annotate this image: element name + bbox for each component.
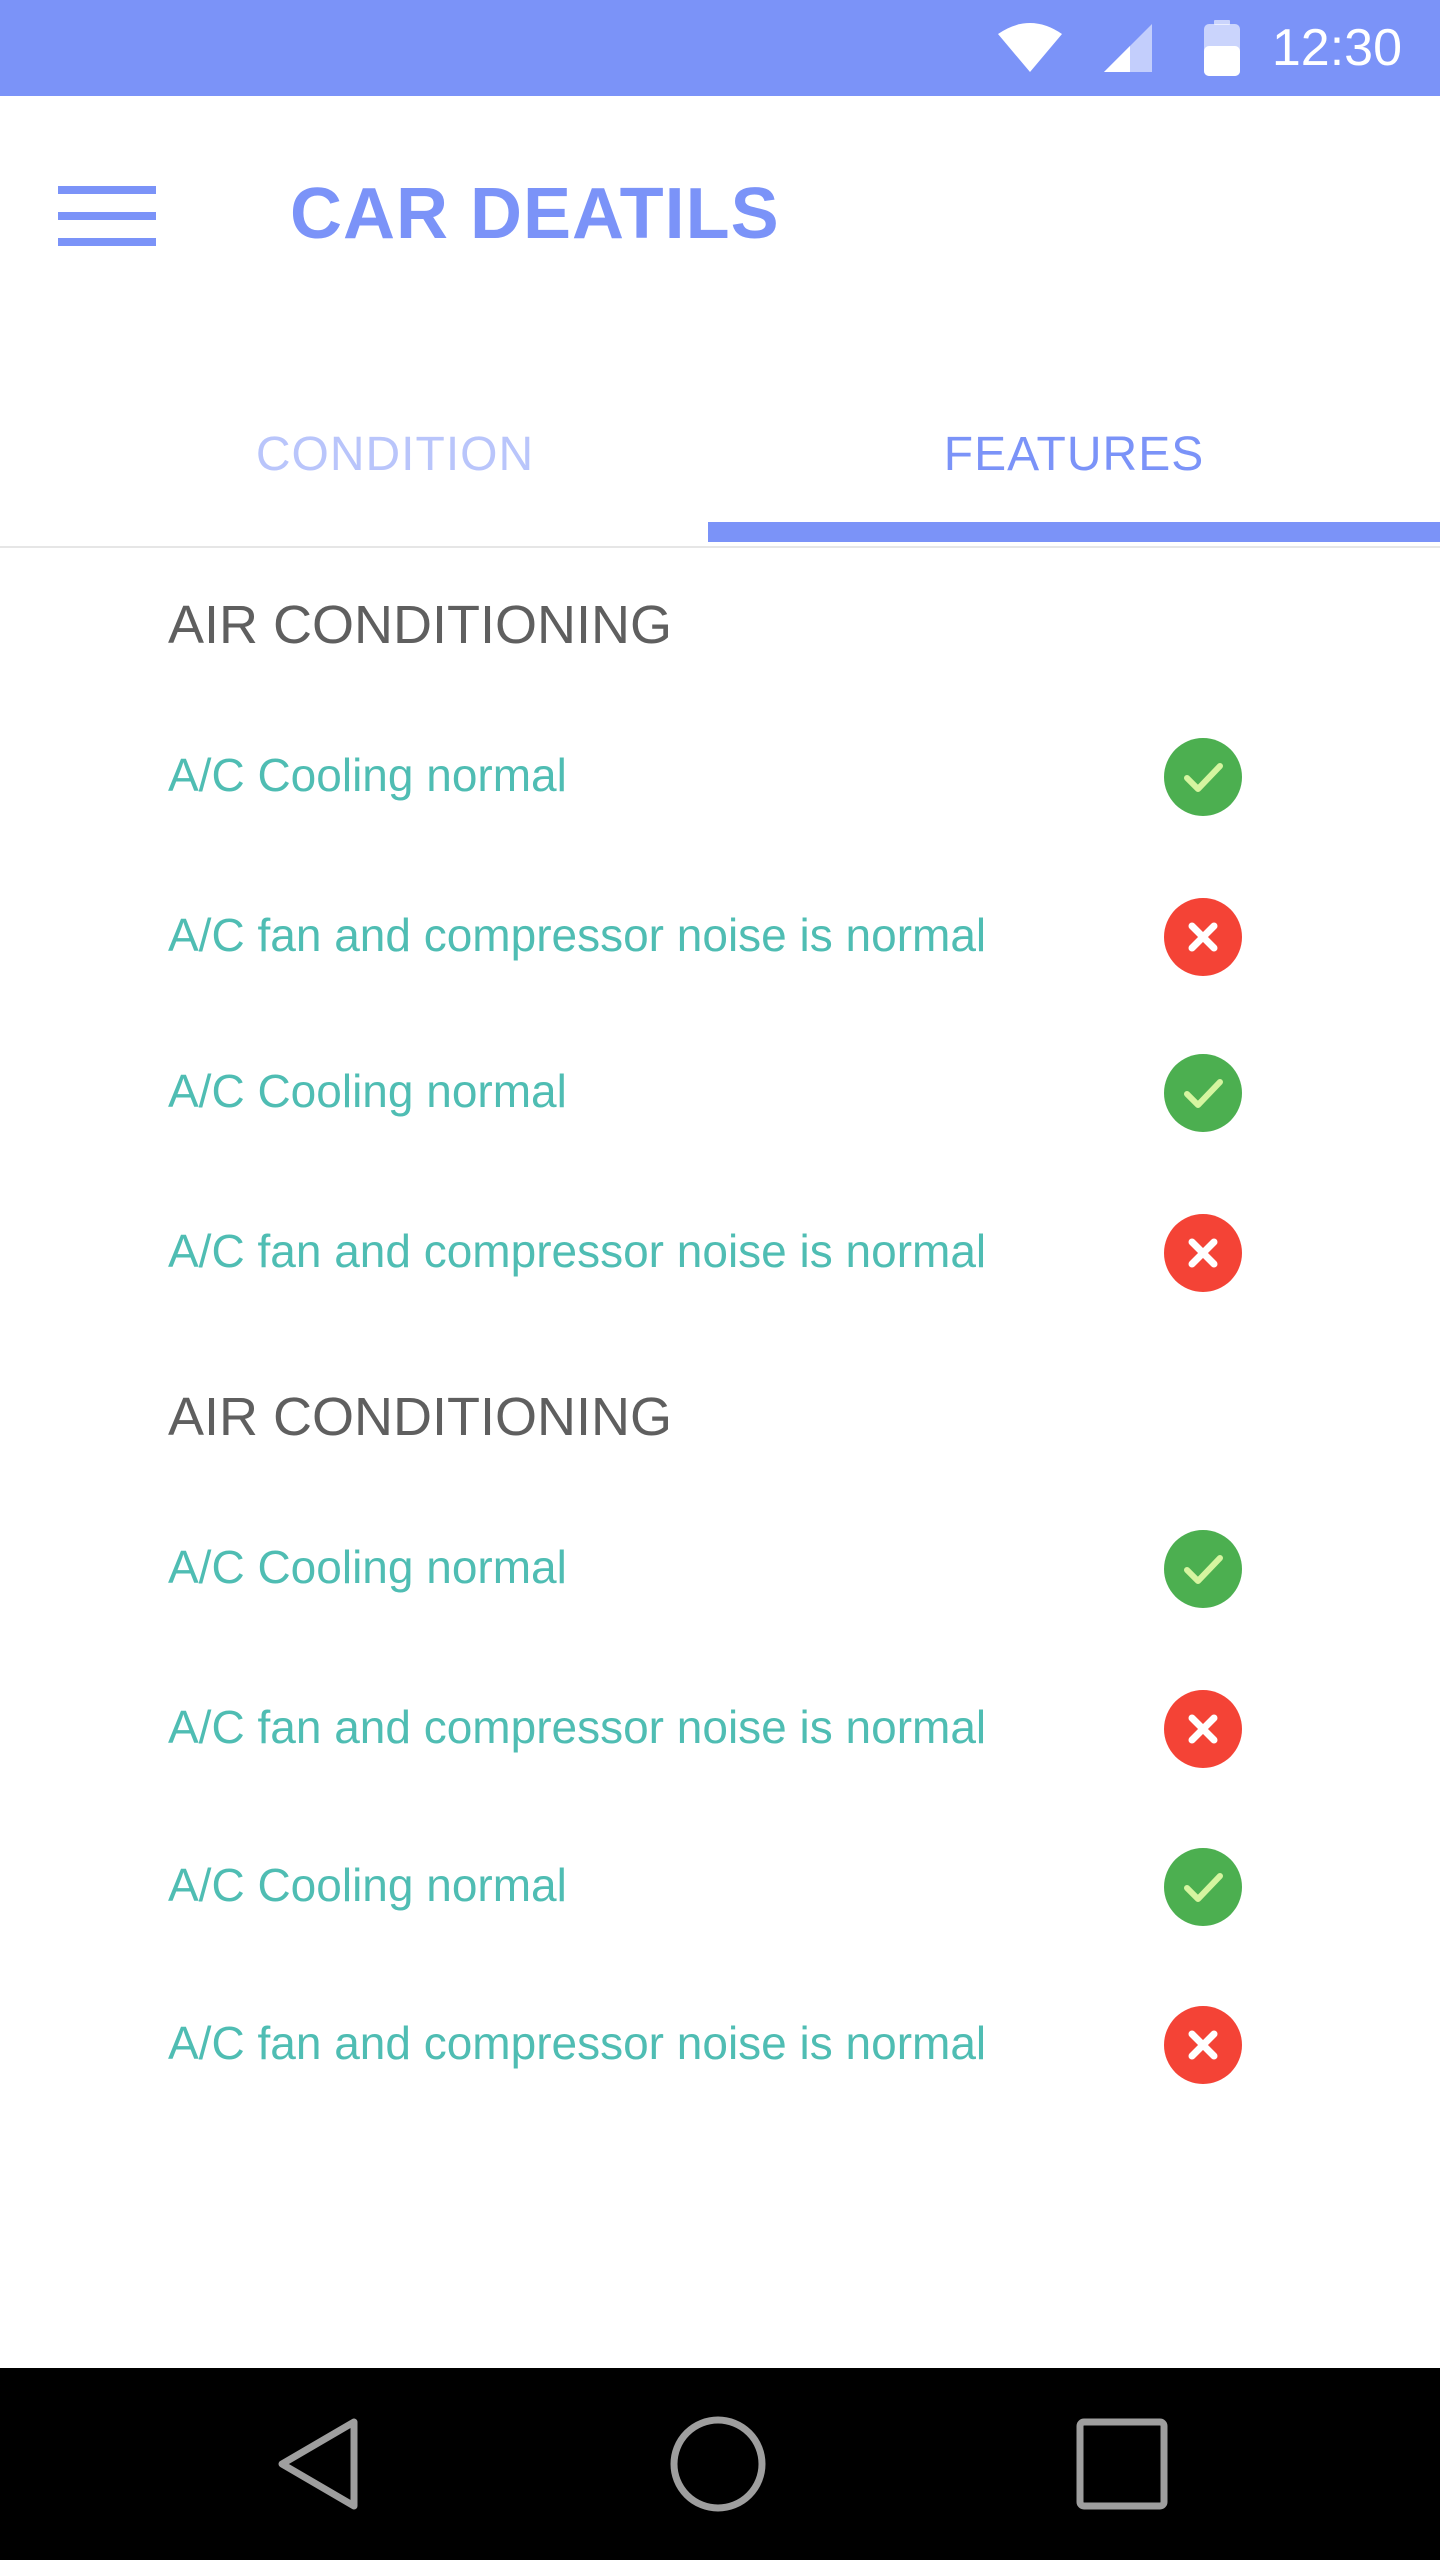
list-item: A/C Cooling normal bbox=[0, 1510, 1440, 1630]
battery-icon bbox=[1204, 20, 1240, 76]
x-circle-icon bbox=[1164, 1690, 1242, 1768]
cell-signal-icon bbox=[1104, 24, 1152, 72]
list-item: A/C fan and compressor noise is normal bbox=[0, 878, 1440, 998]
list-item: A/C fan and compressor noise is normal bbox=[0, 1670, 1440, 1790]
x-circle-icon bbox=[1164, 1214, 1242, 1292]
item-label: A/C fan and compressor noise is normal bbox=[168, 1225, 987, 1277]
x-circle-icon bbox=[1164, 898, 1242, 976]
item-label: A/C fan and compressor noise is normal bbox=[168, 1701, 987, 1753]
item-label: A/C Cooling normal bbox=[168, 1541, 567, 1593]
back-icon[interactable] bbox=[262, 2408, 374, 2520]
list-item: A/C Cooling normal bbox=[0, 718, 1440, 838]
item-label: A/C fan and compressor noise is normal bbox=[168, 909, 987, 961]
check-circle-icon bbox=[1164, 1054, 1242, 1132]
list-item: A/C Cooling normal bbox=[0, 1828, 1440, 1948]
check-circle-icon bbox=[1164, 738, 1242, 816]
recents-icon[interactable] bbox=[1066, 2408, 1178, 2520]
item-label: A/C Cooling normal bbox=[168, 1859, 567, 1911]
item-label: A/C fan and compressor noise is normal bbox=[168, 2017, 987, 2069]
home-icon[interactable] bbox=[662, 2408, 774, 2520]
navigation-bar bbox=[0, 2368, 1440, 2560]
item-label: A/C Cooling normal bbox=[168, 1065, 567, 1117]
status-bar: 12:30 bbox=[0, 0, 1440, 96]
status-time: 12:30 bbox=[1271, 19, 1402, 77]
list-item: A/C fan and compressor noise is normal bbox=[0, 1986, 1440, 2106]
list-item: A/C Cooling normal bbox=[0, 1034, 1440, 1154]
tab-condition[interactable]: CONDITION bbox=[70, 400, 720, 546]
x-circle-icon bbox=[1164, 2006, 1242, 2084]
list-item: A/C fan and compressor noise is normal bbox=[0, 1194, 1440, 1314]
wifi-icon bbox=[998, 23, 1062, 72]
page-title: CAR DEATILS bbox=[290, 174, 780, 254]
section-heading: AIR CONDITIONING bbox=[168, 595, 673, 655]
hamburger-menu-icon[interactable] bbox=[58, 186, 158, 252]
check-circle-icon bbox=[1164, 1530, 1242, 1608]
tab-selected-indicator bbox=[708, 522, 1440, 542]
app-bar: CAR DEATILS bbox=[0, 96, 1440, 336]
check-circle-icon bbox=[1164, 1848, 1242, 1926]
item-label: A/C Cooling normal bbox=[168, 749, 567, 801]
section-heading: AIR CONDITIONING bbox=[168, 1387, 673, 1447]
